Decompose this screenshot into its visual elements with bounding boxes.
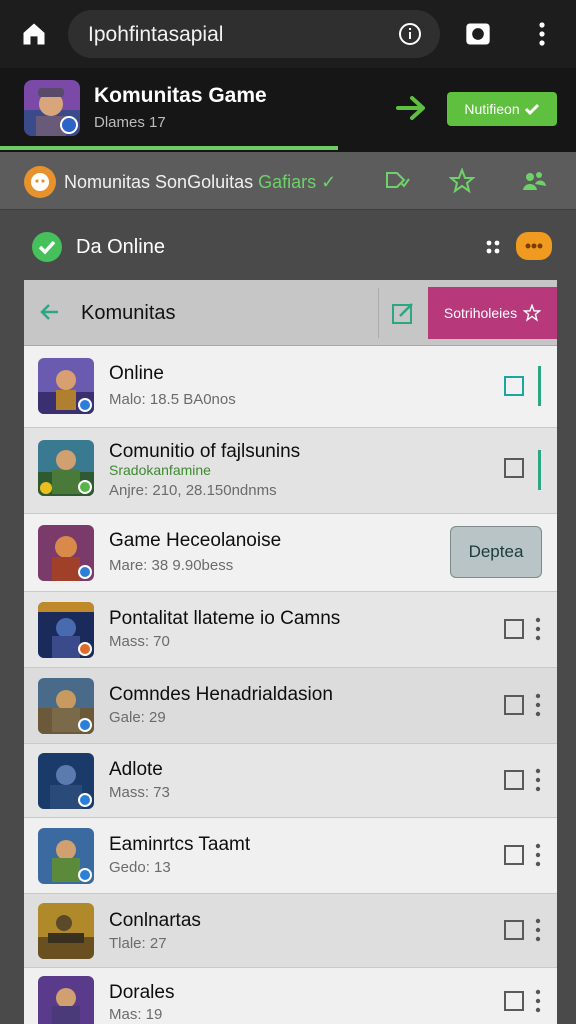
app-icon: [24, 80, 80, 136]
status-badge: [78, 480, 92, 494]
address-text: Ipohfintasapial: [88, 23, 224, 46]
panel-title: Komunitas: [81, 302, 176, 324]
chat-icon[interactable]: [516, 232, 552, 260]
game-thumbnail: [38, 602, 94, 658]
more-vert-icon[interactable]: [534, 918, 542, 942]
item-checkbox[interactable]: [504, 695, 524, 715]
online-label: Da Online: [76, 236, 165, 258]
subscribe-button[interactable]: Sotriholeies: [428, 287, 557, 339]
app-title: Komunitas Game: [94, 84, 267, 107]
item-name: Eaminrtcs Taamt: [109, 834, 251, 855]
community-label-text: Nomunitas SonGoluitas: [64, 172, 254, 192]
item-checkbox[interactable]: [504, 376, 524, 396]
status-badge: [78, 642, 92, 656]
more-vert-icon[interactable]: [534, 989, 542, 1013]
item-checkbox[interactable]: [504, 991, 524, 1011]
more-vert-icon[interactable]: [534, 843, 542, 867]
list-item[interactable]: Comndes Henadrialdasion Gale: 29: [24, 668, 557, 744]
game-thumbnail: [38, 440, 94, 496]
item-name: Comndes Henadrialdasion: [109, 684, 333, 705]
item-name: Adlote: [109, 759, 163, 780]
item-meta: Anjre: 210, 28.150ndnms: [109, 482, 277, 499]
community-label: Nomunitas SonGoluitas Gafiars ✓: [64, 172, 336, 193]
item-meta: Tlale: 27: [109, 935, 167, 952]
list-item[interactable]: Eaminrtcs Taamt Gedo: 13: [24, 818, 557, 894]
item-meta: Mass: 73: [109, 784, 170, 801]
info-icon[interactable]: [398, 22, 422, 46]
item-meta: Gedo: 13: [109, 859, 171, 876]
item-name: Conlnartas: [109, 910, 201, 931]
more-icon[interactable]: [532, 20, 552, 48]
people-icon[interactable]: [521, 168, 547, 194]
item-meta: Gale: 29: [109, 709, 166, 726]
item-meta: Mare: 38 9.90bess: [109, 557, 234, 574]
item-name: Pontalitat llateme io Camns: [109, 608, 341, 629]
item-name: Online: [109, 363, 164, 384]
list-item[interactable]: Adlote Mass: 73: [24, 744, 557, 818]
item-meta: Malo: 18.5 BA0nos: [109, 391, 236, 408]
community-strip: Nomunitas SonGoluitas Gafiars ✓: [0, 152, 576, 210]
item-subtitle: Sradokanfamine: [109, 462, 211, 478]
online-status-row: Da Online: [0, 210, 576, 280]
item-meta: Mas: 19: [109, 1006, 163, 1023]
subscribe-button-label: Sotriholeies: [443, 305, 518, 321]
community-logo-icon: [24, 166, 56, 198]
star-outline-icon: [523, 304, 542, 322]
browser-bar: Ipohfintasapial: [0, 0, 576, 68]
more-vert-icon[interactable]: [534, 768, 542, 792]
list-item[interactable]: Dorales Mas: 19: [24, 968, 557, 1024]
app-header: Komunitas Game Dlames 17 Nutifieon: [0, 68, 576, 152]
game-thumbnail: [38, 525, 94, 581]
status-badge: [78, 868, 92, 882]
item-checkbox[interactable]: [504, 458, 524, 478]
game-thumbnail: [38, 358, 94, 414]
status-badge: [78, 793, 92, 807]
item-action-button[interactable]: Deptea: [450, 526, 542, 578]
app-subtitle: Dlames 17: [94, 114, 166, 131]
online-check-icon: [32, 232, 62, 262]
item-name: Game Heceolanoise: [109, 530, 282, 551]
community-label-green: Gafiars ✓: [258, 172, 337, 192]
arrow-right-icon: [396, 96, 425, 120]
home-icon[interactable]: [20, 20, 48, 48]
list-item[interactable]: Pontalitat llateme io Camns Mass: 70: [24, 592, 557, 668]
item-checkbox[interactable]: [504, 845, 524, 865]
status-badge: [78, 565, 92, 579]
item-meta: Mass: 70: [109, 633, 170, 650]
star-icon[interactable]: [449, 168, 475, 194]
game-thumbnail: [38, 828, 94, 884]
notification-button-label: Nutifieon: [464, 101, 520, 117]
item-checkbox[interactable]: [504, 920, 524, 940]
more-vert-icon[interactable]: [534, 693, 542, 717]
item-checkbox[interactable]: [504, 770, 524, 790]
item-name: Dorales: [109, 982, 175, 1003]
back-arrow-icon[interactable]: [38, 300, 60, 324]
list-item[interactable]: Online Malo: 18.5 BA0nos: [24, 346, 557, 428]
check-icon: [524, 103, 539, 116]
tag-check-icon[interactable]: [384, 168, 410, 194]
status-badge: [78, 398, 92, 412]
notification-button[interactable]: Nutifieon: [447, 92, 557, 126]
item-name: Comunitio of fajlsunins: [109, 441, 301, 462]
divider: [378, 288, 379, 338]
list-item[interactable]: Comunitio of fajlsunins Sradokanfamine A…: [24, 428, 557, 514]
game-thumbnail: [38, 753, 94, 809]
list-item[interactable]: Game Heceolanoise Mare: 38 9.90bess Dept…: [24, 514, 557, 592]
progress-bar: [0, 146, 338, 150]
more-vert-icon[interactable]: [534, 617, 542, 641]
panel-header: Komunitas Sotriholeies: [24, 280, 557, 346]
edit-icon[interactable]: [390, 300, 416, 326]
grid-icon[interactable]: [484, 238, 504, 258]
selection-indicator: [538, 366, 541, 406]
game-thumbnail: [38, 903, 94, 959]
selection-indicator: [538, 450, 541, 490]
item-checkbox[interactable]: [504, 619, 524, 639]
status-badge: [78, 718, 92, 732]
community-panel: Komunitas Sotriholeies Online Malo: 18.5…: [24, 280, 557, 1024]
list-item[interactable]: Conlnartas Tlale: 27: [24, 894, 557, 968]
game-thumbnail: [38, 678, 94, 734]
address-bar[interactable]: Ipohfintasapial: [68, 10, 440, 58]
game-thumbnail: [38, 976, 94, 1024]
screenshot-icon[interactable]: [464, 20, 492, 48]
